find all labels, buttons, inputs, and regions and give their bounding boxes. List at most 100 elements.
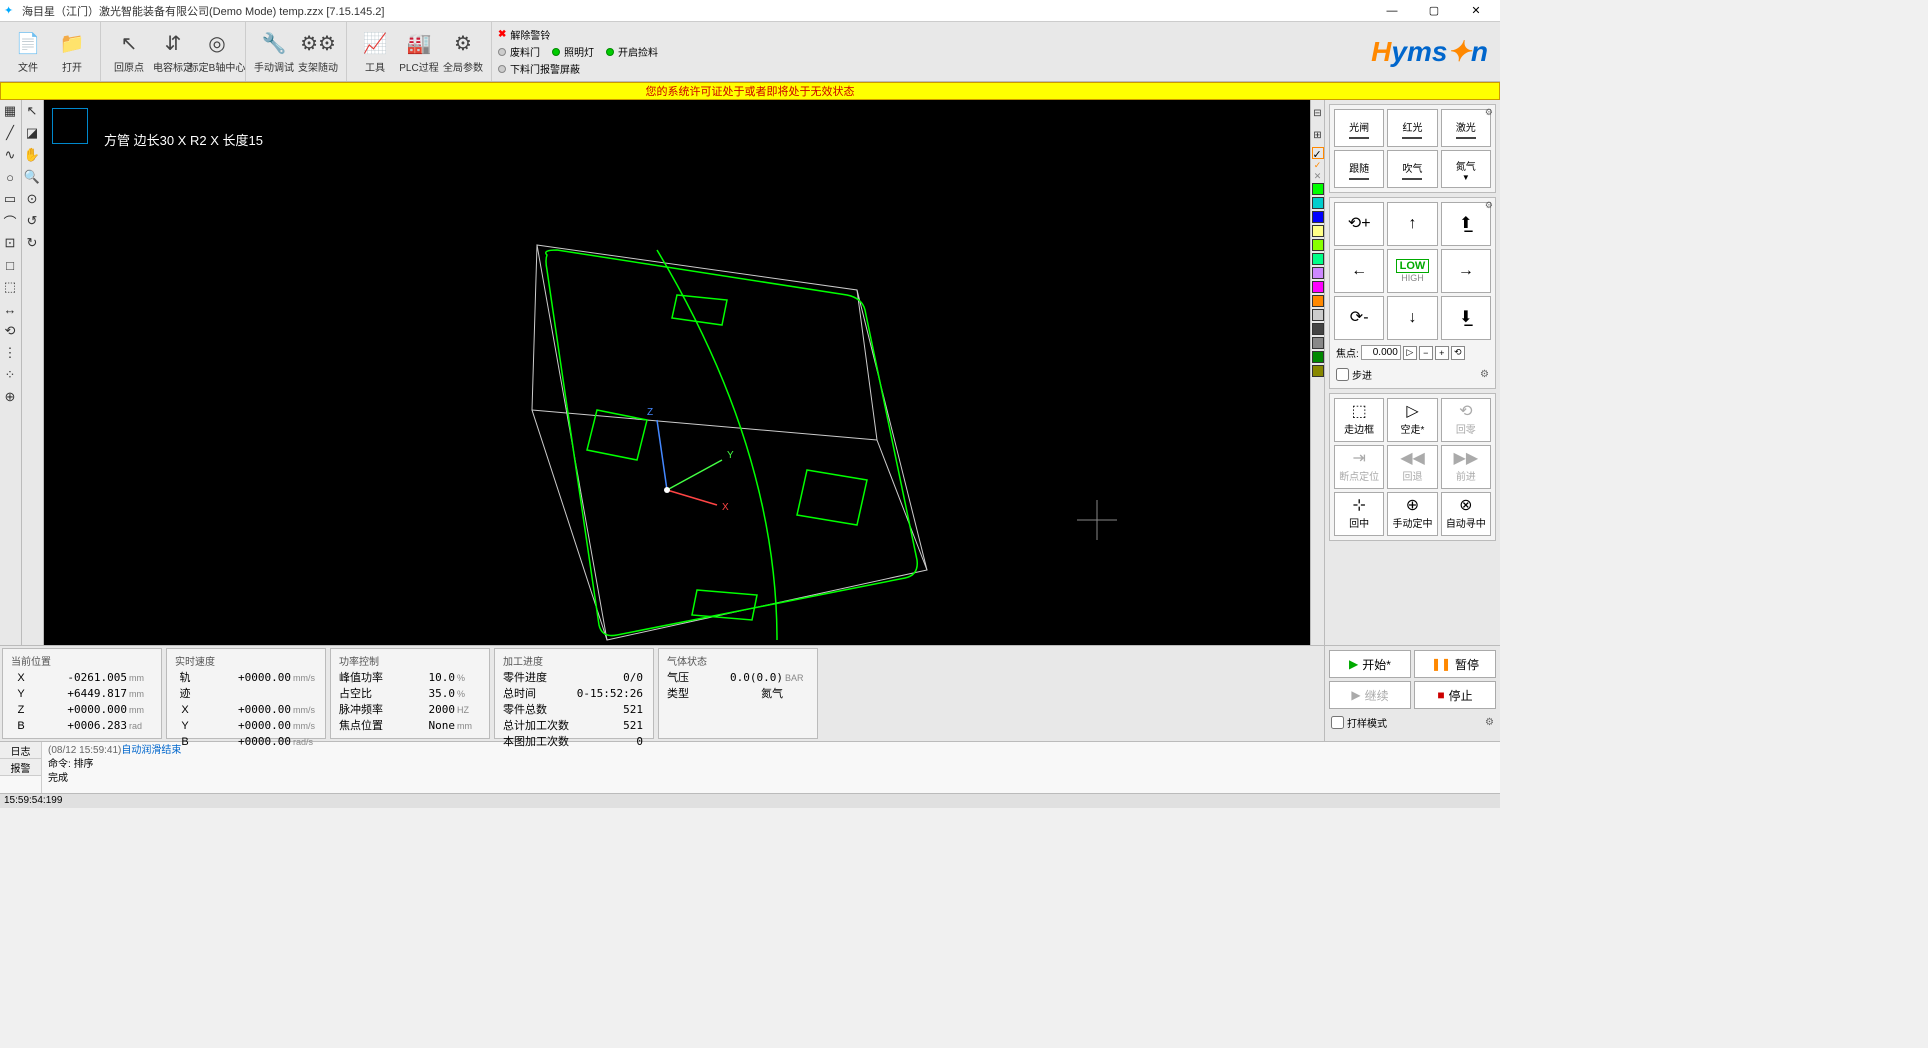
close-button[interactable]: ✕ — [1456, 1, 1496, 21]
color-swatch[interactable] — [1312, 197, 1324, 209]
rect-tool[interactable]: ▭ — [0, 189, 20, 209]
square-tool[interactable]: □ — [0, 255, 20, 275]
color-swatch[interactable] — [1312, 309, 1324, 321]
color-swatch[interactable] — [1312, 365, 1324, 377]
baxis-button[interactable]: ◎标定B轴中心 — [195, 24, 239, 80]
pattern-tool[interactable]: ⁘ — [0, 365, 20, 385]
dry-run-button[interactable]: ▷空走* — [1387, 398, 1437, 442]
color-swatch[interactable] — [1312, 281, 1324, 293]
color-swatch[interactable] — [1312, 211, 1324, 223]
step-checkbox[interactable] — [1336, 368, 1349, 381]
zero-icon: ⟲ — [1459, 404, 1472, 420]
line-tool[interactable]: ╱ — [0, 123, 20, 143]
text-tool[interactable]: ⊡ — [0, 233, 20, 253]
nitrogen-button[interactable]: 氮气▼ — [1441, 150, 1491, 188]
pan-tool[interactable]: ✋ — [22, 145, 42, 165]
blow-button[interactable]: 吹气 — [1387, 150, 1437, 188]
start-button[interactable]: ▶开始* — [1329, 650, 1411, 678]
file-icon: 📄 — [14, 29, 42, 57]
z-down-button[interactable]: ⬇̲ — [1441, 296, 1491, 340]
pause-button[interactable]: ❚❚暂停 — [1414, 650, 1496, 678]
arrow-down-icon: ↓ — [1408, 310, 1416, 326]
zero-button[interactable]: ⟲回零 — [1441, 398, 1491, 442]
layer-check2[interactable]: ✓ — [1314, 160, 1322, 171]
circle-tool[interactable]: ○ — [0, 167, 20, 187]
clear-alarm-label[interactable]: 解除警铃 — [510, 27, 550, 42]
layer-x[interactable]: ✕ — [1314, 171, 1322, 182]
focus-reset-button[interactable]: ⟲ — [1451, 346, 1465, 360]
manual-debug-button[interactable]: 🔧手动调试 — [252, 24, 296, 80]
gear-icon[interactable]: ⚙ — [1485, 107, 1493, 118]
rotate-tool[interactable]: ⟲ — [0, 321, 20, 341]
pointer-tool[interactable]: ↖ — [22, 101, 42, 121]
svg-text:Z: Z — [647, 407, 653, 418]
frame-button[interactable]: ⬚走边框 — [1334, 398, 1384, 442]
zoomfit-tool[interactable]: ⊙ — [22, 189, 42, 209]
shutter-button[interactable]: 光闸 — [1334, 109, 1384, 147]
undo-tool[interactable]: ↺ — [22, 211, 42, 231]
stop-button[interactable]: ■停止 — [1414, 681, 1496, 709]
auto-center-button[interactable]: ⊗自动寻中 — [1441, 492, 1491, 536]
file-button[interactable]: 📄文件 — [6, 24, 50, 80]
focus-plus-button[interactable]: + — [1435, 346, 1449, 360]
color-swatch[interactable] — [1312, 239, 1324, 251]
jog-right-button[interactable]: → — [1441, 249, 1491, 293]
color-swatch[interactable] — [1312, 225, 1324, 237]
color-swatch[interactable] — [1312, 295, 1324, 307]
laser-button[interactable]: 激光 — [1441, 109, 1491, 147]
speed-toggle-button[interactable]: LOWHIGH — [1387, 249, 1437, 293]
plc-button[interactable]: 🏭PLC过程 — [397, 24, 441, 80]
rotate-ccw-button[interactable]: ⟲+ — [1334, 202, 1384, 246]
follow-button[interactable]: 跟随 — [1334, 150, 1384, 188]
focus-minus-button[interactable]: − — [1419, 346, 1433, 360]
back-button[interactable]: ◀◀回退 — [1387, 445, 1437, 489]
color-swatch[interactable] — [1312, 323, 1324, 335]
curve-tool[interactable]: ∿ — [0, 145, 20, 165]
forward-button[interactable]: ▶▶前进 — [1441, 445, 1491, 489]
color-swatch[interactable] — [1312, 337, 1324, 349]
manual-center-button[interactable]: ⊕手动定中 — [1387, 492, 1437, 536]
minimize-button[interactable]: — — [1372, 1, 1412, 21]
arc-tool[interactable]: ⌒ — [0, 211, 20, 231]
jog-down-button[interactable]: ↓ — [1387, 296, 1437, 340]
dots-tool[interactable]: ⋮ — [0, 343, 20, 363]
alarm-tab[interactable]: 报警 — [0, 759, 41, 776]
origin-button[interactable]: ↖回原点 — [107, 24, 151, 80]
open-button[interactable]: 📁打开 — [50, 24, 94, 80]
breakpoint-icon: ⇥ — [1352, 451, 1365, 467]
color-swatch[interactable] — [1312, 253, 1324, 265]
rotate-cw-button[interactable]: ⟳- — [1334, 296, 1384, 340]
dash-rect-tool[interactable]: ⬚ — [0, 277, 20, 297]
move-tool[interactable]: ↔ — [0, 299, 20, 319]
global-params-button[interactable]: ⚙全局参数 — [441, 24, 485, 80]
red-light-button[interactable]: 红光 — [1387, 109, 1437, 147]
log-tab[interactable]: 日志 — [0, 742, 41, 759]
continue-button[interactable]: ▶继续 — [1329, 681, 1411, 709]
jog-left-button[interactable]: ← — [1334, 249, 1384, 293]
zoom-tool[interactable]: 🔍 — [22, 167, 42, 187]
redo-tool[interactable]: ↻ — [22, 233, 42, 253]
gear-icon[interactable]: ⚙ — [1485, 200, 1493, 211]
select-tool[interactable]: ◪ — [22, 123, 42, 143]
sample-mode-checkbox[interactable] — [1331, 716, 1344, 729]
color-swatch[interactable] — [1312, 183, 1324, 195]
focus-go-button[interactable]: ▷ — [1403, 346, 1417, 360]
maximize-button[interactable]: ▢ — [1414, 1, 1454, 21]
gear-icon[interactable]: ⚙ — [1485, 717, 1494, 728]
color-swatch[interactable] — [1312, 267, 1324, 279]
grid-icon[interactable]: ▦ — [0, 101, 20, 121]
layer-check[interactable]: ✓ — [1312, 147, 1324, 159]
center-button[interactable]: ⊹回中 — [1334, 492, 1384, 536]
z-up-button[interactable]: ⬆̲ — [1441, 202, 1491, 246]
focus-input[interactable] — [1361, 345, 1401, 360]
jog-up-button[interactable]: ↑ — [1387, 202, 1437, 246]
forward-icon: ▶▶ — [1454, 451, 1479, 467]
color-swatch[interactable] — [1312, 351, 1324, 363]
gear-icon[interactable]: ⚙ — [1480, 369, 1489, 380]
breakpoint-button[interactable]: ⇥断点定位 — [1334, 445, 1384, 489]
3d-viewport[interactable]: 方管 边长30 X R2 X 长度15 X Y — [44, 100, 1310, 645]
tools-button[interactable]: 📈工具 — [353, 24, 397, 80]
measure-tool[interactable]: ⊕ — [0, 387, 20, 407]
position-panel: 当前位置 X-0261.005mm Y+6449.817mm Z+0000.00… — [2, 648, 162, 739]
support-follow-button[interactable]: ⚙⚙支架随动 — [296, 24, 340, 80]
